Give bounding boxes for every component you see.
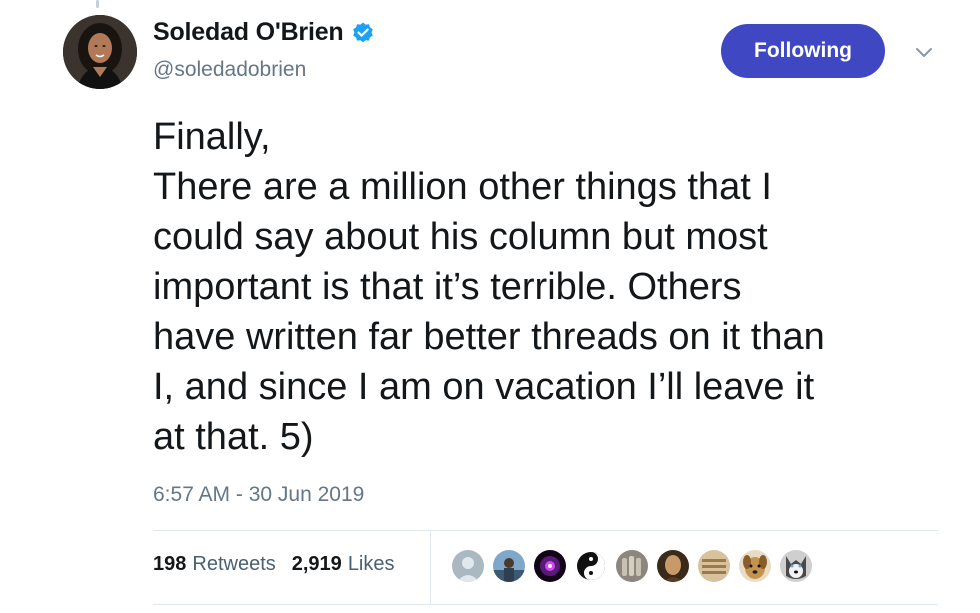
retweets-stat[interactable]: 198 Retweets bbox=[153, 553, 276, 576]
tweet-line: I, and since I am on vacation I’ll leave… bbox=[153, 366, 815, 408]
liker-avatar-person[interactable] bbox=[491, 548, 527, 584]
tweet-line: There are a million other things that I bbox=[153, 166, 772, 208]
liker-avatar-black-white[interactable] bbox=[573, 548, 609, 584]
author-handle[interactable]: @soledadobrien bbox=[153, 58, 306, 82]
stats-separator bbox=[430, 531, 431, 604]
tweet-line: Finally, bbox=[153, 116, 271, 158]
tweet-timestamp[interactable]: 6:57 AM - 30 Jun 2019 bbox=[153, 483, 364, 507]
liker-avatar-portrait[interactable] bbox=[655, 548, 691, 584]
likes-label: Likes bbox=[347, 553, 395, 575]
liker-avatar-default[interactable] bbox=[450, 548, 486, 584]
liker-avatar-purple-glow[interactable] bbox=[532, 548, 568, 584]
retweets-label: Retweets bbox=[192, 553, 276, 575]
thread-connector bbox=[96, 0, 99, 8]
chevron-down-icon[interactable] bbox=[912, 40, 936, 64]
tweet-line: at that. 5) bbox=[153, 416, 314, 458]
likes-stat[interactable]: 2,919 Likes bbox=[292, 553, 395, 576]
tweet-line: important is that it’s terrible. Others bbox=[153, 266, 742, 308]
liker-avatar-husky[interactable] bbox=[778, 548, 814, 584]
author-display-name[interactable]: Soledad O'Brien bbox=[153, 18, 344, 47]
tweet-line: could say about his column but most bbox=[153, 216, 768, 258]
tweet-line: have written far better threads on it th… bbox=[153, 316, 825, 358]
author-avatar[interactable] bbox=[63, 15, 137, 89]
tweet-text: Finally, There are a million other thing… bbox=[153, 112, 953, 462]
tweet-stats: 198 Retweets 2,919 Likes bbox=[153, 553, 411, 576]
liker-avatar-dog[interactable] bbox=[737, 548, 773, 584]
likes-count: 2,919 bbox=[291, 553, 342, 575]
liker-avatar-sign[interactable] bbox=[696, 548, 732, 584]
retweets-count: 198 bbox=[153, 553, 187, 575]
author-name-row: Soledad O'Brien bbox=[153, 18, 375, 47]
following-button[interactable]: Following bbox=[721, 24, 885, 78]
profile-photo-icon bbox=[63, 15, 137, 89]
verified-badge-icon bbox=[351, 21, 375, 45]
divider bbox=[153, 604, 938, 605]
liker-avatar-hands[interactable] bbox=[614, 548, 650, 584]
divider bbox=[153, 530, 938, 531]
liker-avatars bbox=[450, 548, 814, 584]
tweet-card: Soledad O'Brien @soledadobrien Following… bbox=[0, 0, 980, 613]
